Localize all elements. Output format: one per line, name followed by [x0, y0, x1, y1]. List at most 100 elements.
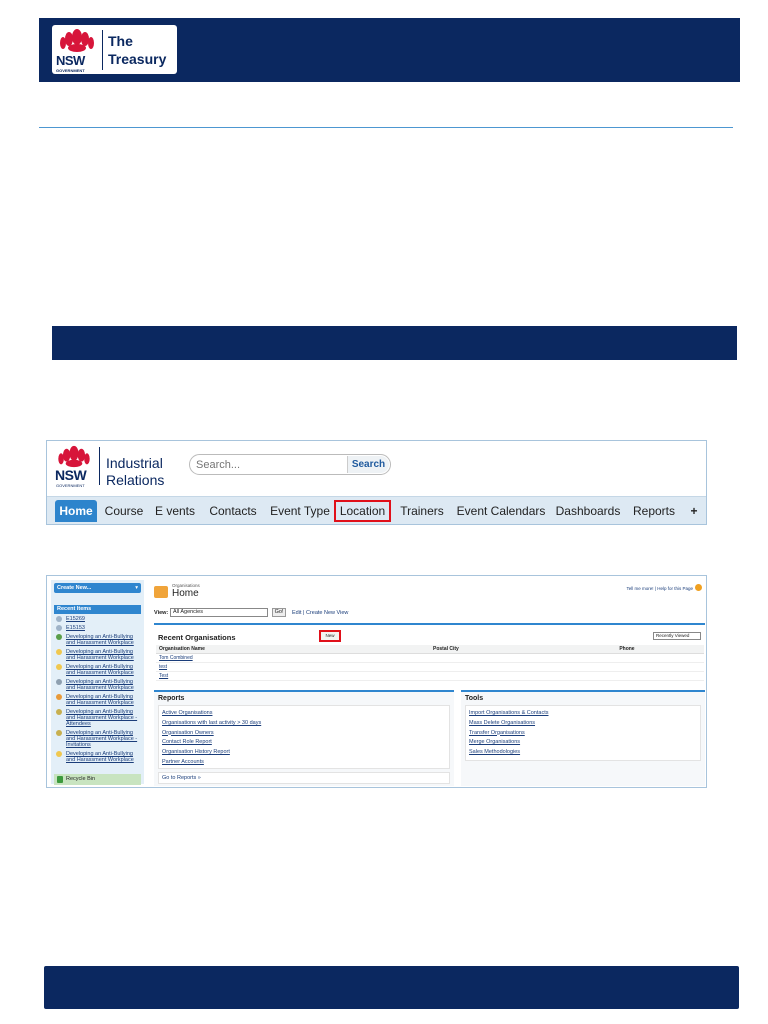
- report-link[interactable]: Contact Role Report: [162, 738, 449, 748]
- sidebar: Create New... ▾ Recent Items E15269 E151…: [51, 580, 144, 785]
- invitations-icon: [56, 730, 62, 736]
- government-logo-text: GOVERNMENT: [56, 483, 85, 488]
- recent-item[interactable]: E15269: [54, 616, 141, 622]
- tab-location[interactable]: Location: [334, 500, 391, 522]
- table-cell: [616, 653, 704, 663]
- column-header: Phone: [616, 645, 704, 654]
- report-link[interactable]: Active Organisations: [162, 709, 449, 719]
- recent-item[interactable]: Developing an Anti-Bullying and Harassme…: [54, 709, 141, 727]
- tab-more-icon[interactable]: +: [685, 500, 703, 522]
- recent-item[interactable]: Developing an Anti-Bullying and Harassme…: [54, 751, 141, 763]
- tool-link[interactable]: Transfer Organisations: [469, 729, 700, 739]
- organisation-link[interactable]: test: [156, 662, 430, 672]
- help-icon[interactable]: [695, 584, 702, 591]
- tab-reports[interactable]: Reports: [627, 500, 681, 522]
- nsw-logo-text: NSW: [55, 467, 87, 483]
- government-logo-text: GOVERNMENT: [56, 68, 85, 73]
- footer-bar: [44, 966, 739, 1009]
- course-icon: [56, 751, 62, 757]
- folder-icon: [154, 586, 168, 598]
- waratah-icon: [60, 29, 94, 52]
- recycle-bin-label: Recycle Bin: [66, 776, 96, 782]
- tools-panel: Tools Import Organisations & Contacts Ma…: [461, 690, 705, 786]
- new-button[interactable]: New: [319, 630, 341, 642]
- recent-item[interactable]: Developing an Anti-Bullying and Harassme…: [54, 730, 141, 748]
- go-button[interactable]: Go!: [272, 608, 286, 617]
- recently-viewed-value: Recently Viewed: [656, 633, 690, 638]
- nsw-treasury-logo: NSW GOVERNMENT The Treasury: [52, 25, 177, 74]
- course-icon: [56, 649, 62, 655]
- reports-panel: Reports Active Organisations Organisatio…: [154, 690, 454, 786]
- header-rule: [39, 127, 733, 128]
- tab-dashboards[interactable]: Dashboards: [553, 500, 623, 522]
- view-select-value: All Agencies: [173, 609, 203, 615]
- tab-events[interactable]: E vents: [151, 500, 199, 522]
- search-button[interactable]: Search: [347, 456, 389, 473]
- tab-home[interactable]: Home: [55, 500, 97, 522]
- report-link[interactable]: Organisation Owners: [162, 729, 449, 739]
- tab-event-type[interactable]: Event Type: [267, 500, 333, 522]
- view-select[interactable]: All Agencies: [170, 608, 268, 617]
- recent-item[interactable]: Developing an Anti-Bullying and Harassme…: [54, 649, 141, 661]
- recent-item[interactable]: Developing an Anti-Bullying and Harassme…: [54, 634, 141, 646]
- recent-item[interactable]: Developing an Anti-Bullying and Harassme…: [54, 694, 141, 706]
- recent-items-list: E15269 E15153 Developing an Anti-Bullyin…: [54, 616, 141, 766]
- main-content: Organisations Home Tell me more! | Help …: [152, 580, 705, 786]
- table-cell: [430, 671, 617, 681]
- organisations-screenshot: Create New... ▾ Recent Items E15269 E151…: [46, 575, 707, 788]
- report-link[interactable]: Partner Accounts: [162, 758, 449, 768]
- table-row: Test: [156, 671, 704, 681]
- column-header: Postal City: [430, 645, 617, 654]
- go-to-reports-label: Go to Reports »: [162, 775, 201, 781]
- table-row: test: [156, 662, 704, 672]
- recent-organisations-panel: Recent Organisations New Recently Viewed…: [154, 623, 705, 685]
- org-name-line2: Treasury: [108, 51, 167, 67]
- tab-contacts[interactable]: Contacts: [203, 500, 263, 522]
- tab-event-calendars[interactable]: Event Calendars: [453, 500, 549, 522]
- tool-link[interactable]: Import Organisations & Contacts: [469, 709, 700, 719]
- logo-divider: [102, 30, 103, 70]
- report-link[interactable]: Organisations with last activity > 30 da…: [162, 719, 449, 729]
- recycle-bin-icon: [57, 776, 63, 783]
- recent-item[interactable]: E15153: [54, 625, 141, 631]
- reports-list-box: Active Organisations Organisations with …: [158, 705, 450, 769]
- course-icon: [56, 634, 62, 640]
- tab-course[interactable]: Course: [101, 500, 147, 522]
- column-header: Organisation Name: [156, 645, 430, 654]
- recent-organisations-table: Organisation Name Postal City Phone Tom …: [156, 645, 704, 681]
- table-cell: [430, 662, 617, 672]
- recent-item[interactable]: Developing an Anti-Bullying and Harassme…: [54, 664, 141, 676]
- reports-title: Reports: [158, 695, 185, 702]
- go-to-reports-link[interactable]: Go to Reports »: [158, 772, 450, 784]
- table-cell: [430, 653, 617, 663]
- waratah-icon: [58, 445, 90, 468]
- tools-list: Import Organisations & Contacts Mass Del…: [466, 706, 700, 758]
- table-header-row: Organisation Name Postal City Phone: [156, 645, 704, 654]
- report-link[interactable]: Organisation History Report: [162, 748, 449, 758]
- tab-bar: Home Course E vents Contacts Event Type …: [47, 496, 706, 524]
- view-label: View:: [154, 610, 169, 616]
- tool-link[interactable]: Mass Delete Organisations: [469, 719, 700, 729]
- edit-create-view-links[interactable]: Edit | Create New View: [292, 610, 348, 616]
- tool-link[interactable]: Merge Organisations: [469, 738, 700, 748]
- event-icon: [56, 616, 62, 622]
- organisation-link[interactable]: Tom Combined: [156, 653, 430, 663]
- table-cell: [616, 662, 704, 672]
- recycle-bin-link[interactable]: Recycle Bin: [54, 774, 141, 785]
- org-name-line1: The: [108, 33, 133, 49]
- recently-viewed-select[interactable]: Recently Viewed: [653, 632, 701, 640]
- search-box: Search: [189, 454, 391, 475]
- document-header: NSW GOVERNMENT The Treasury: [39, 18, 740, 82]
- tab-trainers[interactable]: Trainers: [395, 500, 449, 522]
- organisation-link[interactable]: Test: [156, 671, 430, 681]
- create-new-button[interactable]: Create New... ▾: [54, 583, 141, 593]
- help-link[interactable]: Tell me more! | Help for this Page: [627, 586, 693, 591]
- attendees-icon: [56, 709, 62, 715]
- search-input[interactable]: [196, 457, 341, 472]
- tool-link[interactable]: Sales Methodologies: [469, 748, 700, 758]
- recent-item[interactable]: Developing an Anti-Bullying and Harassme…: [54, 679, 141, 691]
- tab-bar-screenshot: NSW GOVERNMENT Industrial Relations Sear…: [46, 440, 707, 525]
- nsw-logo-text: NSW: [56, 53, 85, 68]
- org-name-line2: Relations: [106, 472, 165, 488]
- table-row: Tom Combined: [156, 653, 704, 663]
